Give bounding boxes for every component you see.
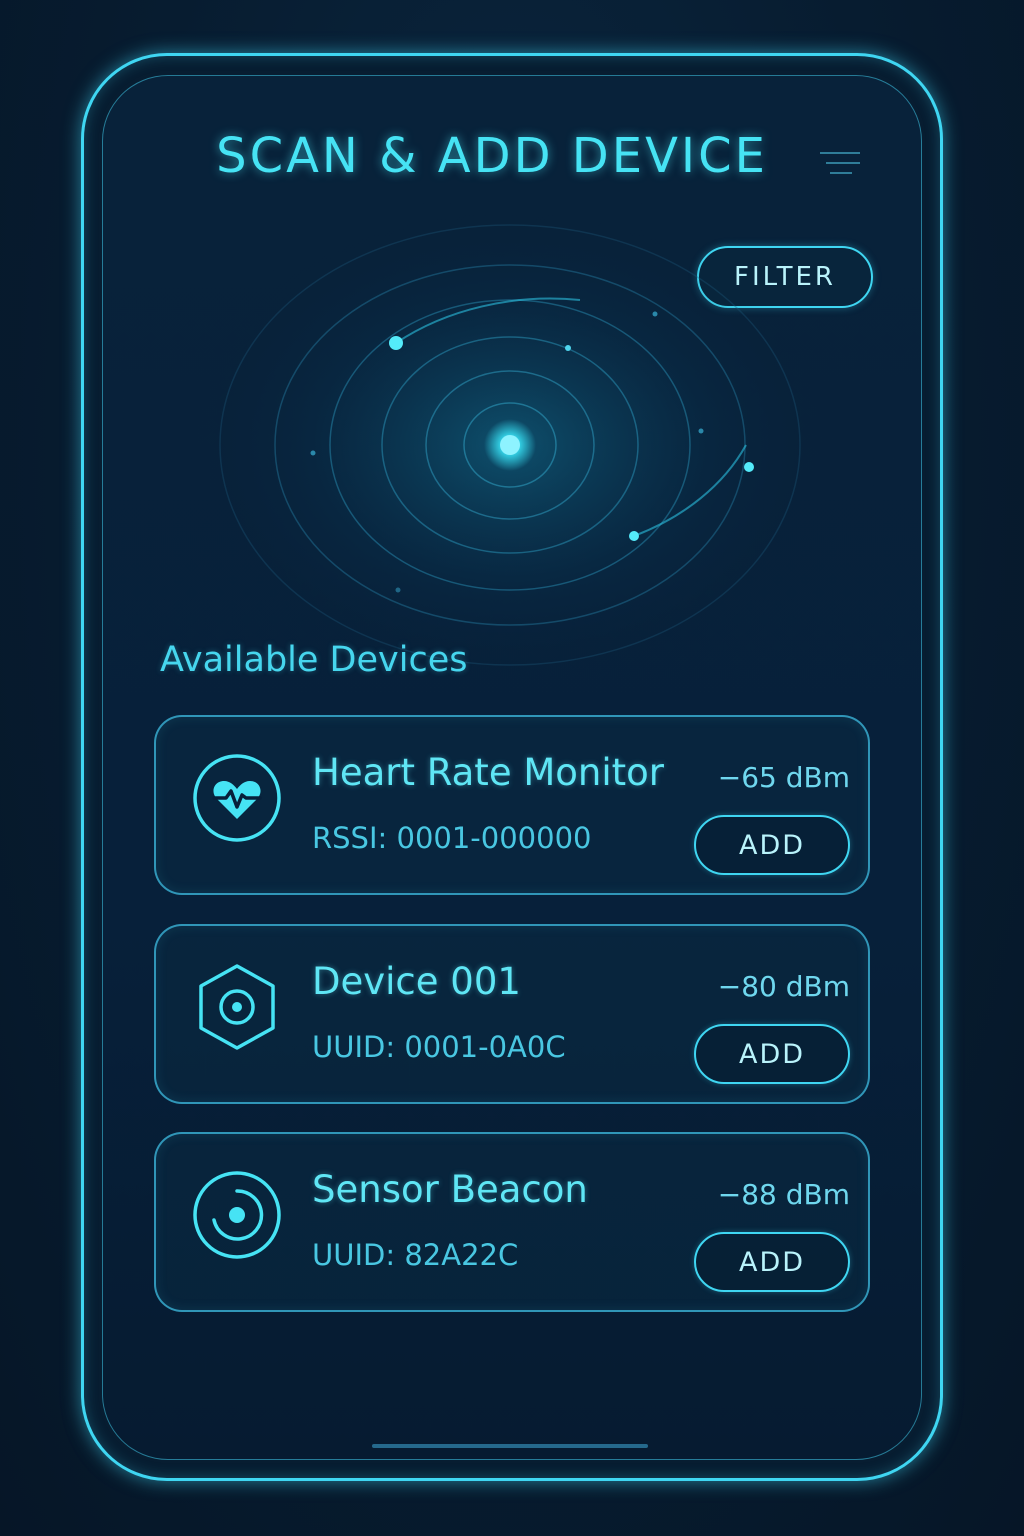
radar-blip: [565, 345, 571, 351]
radar-blip: [698, 428, 704, 434]
available-devices-heading: Available Devices: [160, 640, 468, 680]
page-title: SCAN & ADD DEVICE: [216, 128, 768, 184]
device-name: Heart Rate Monitor: [312, 751, 664, 794]
hexagon-device-icon: [199, 964, 275, 1050]
device-name: Device 001: [312, 960, 521, 1003]
menu-icon[interactable]: [820, 152, 860, 176]
device-card-sensor-beacon[interactable]: Sensor Beacon UUID: 82A22C −88 dBm ADD: [154, 1132, 870, 1312]
radar-scan-graphic: [180, 205, 840, 685]
add-button[interactable]: ADD: [694, 1024, 850, 1084]
radar-blip: [744, 462, 754, 472]
device-id: UUID: 82A22C: [312, 1238, 519, 1272]
signal-strength: −88 dBm: [717, 1178, 850, 1211]
beacon-icon: [193, 1171, 281, 1259]
device-id: UUID: 0001-0A0C: [312, 1030, 566, 1064]
device-card-device-001[interactable]: Device 001 UUID: 0001-0A0C −80 dBm ADD: [154, 924, 870, 1104]
signal-strength: −80 dBm: [717, 970, 850, 1003]
heart-rate-icon: [193, 754, 281, 842]
radar-blip: [652, 311, 658, 317]
add-button[interactable]: ADD: [694, 1232, 850, 1292]
radar-blip: [310, 450, 316, 456]
add-button[interactable]: ADD: [694, 815, 850, 875]
home-indicator[interactable]: [372, 1444, 648, 1448]
signal-strength: −65 dBm: [717, 761, 850, 794]
device-card-heart-rate-monitor[interactable]: Heart Rate Monitor RSSI: 0001-000000 −65…: [154, 715, 870, 895]
radar-blip: [629, 531, 639, 541]
radar-blip: [389, 336, 403, 350]
device-id: RSSI: 0001-000000: [312, 821, 592, 855]
radar-blip: [395, 587, 401, 593]
device-name: Sensor Beacon: [312, 1168, 588, 1211]
